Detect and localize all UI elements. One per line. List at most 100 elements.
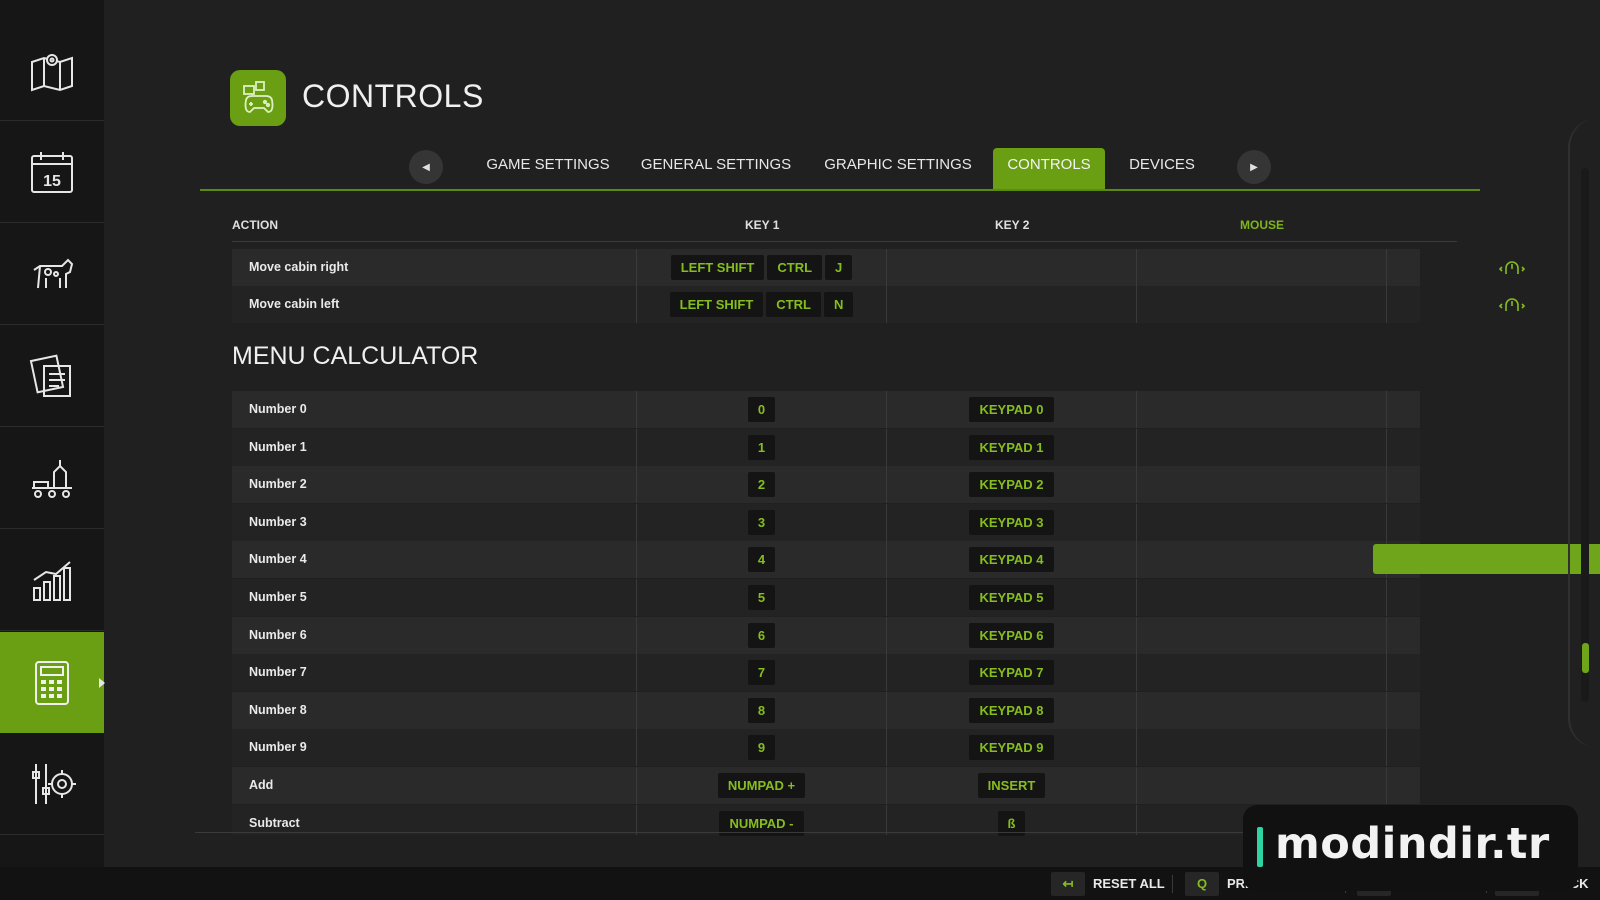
action-label: Number 4 — [249, 552, 307, 567]
sidebar-item-animals[interactable] — [0, 224, 104, 325]
active-indicator-caret — [99, 678, 105, 688]
key1-binding[interactable]: 1 — [747, 434, 776, 460]
reset-all-key[interactable]: ↤ — [1051, 872, 1085, 896]
header-divider — [232, 241, 1457, 242]
table-row[interactable]: Number 9 9 KEYPAD 9 — [232, 729, 1420, 767]
sidebar: 15 — [0, 0, 105, 900]
key1-binding[interactable]: LEFT SHIFT — [670, 255, 765, 280]
sidebar-item-calendar[interactable]: 15 — [0, 122, 104, 223]
tab-prev-button[interactable]: ◀ — [409, 150, 443, 184]
key2-binding[interactable]: KEYPAD 1 — [969, 434, 1054, 460]
tab-devices[interactable]: DEVICES — [1122, 148, 1202, 190]
mouse-wheel-icon — [1498, 297, 1525, 311]
key1-binding[interactable]: 6 — [747, 622, 776, 648]
sidebar-item-contracts[interactable] — [0, 326, 104, 427]
action-label: Number 2 — [249, 477, 307, 492]
table-row[interactable]: Number 5 5 KEYPAD 5 — [232, 579, 1420, 616]
sidebar-item-settings[interactable] — [0, 734, 104, 835]
scrollbar-thumb[interactable] — [1582, 643, 1589, 673]
key1-binding[interactable]: N — [823, 292, 854, 317]
table-row[interactable]: Move cabin right LEFT SHIFT CTRL J — [232, 249, 1525, 286]
contracts-icon — [29, 354, 71, 397]
tab-controls[interactable]: CONTROLS — [993, 148, 1105, 190]
mouse-binding-selected[interactable] — [1373, 544, 1600, 575]
watermark-accent-bar — [1257, 827, 1263, 867]
previous-menu-key[interactable]: Q — [1185, 872, 1219, 896]
watermark: modindir.tr — [1243, 805, 1578, 891]
key1-binding[interactable]: LEFT SHIFT — [669, 292, 764, 317]
table-row[interactable]: Number 3 3 KEYPAD 3 — [232, 503, 1420, 541]
key2-binding[interactable]: INSERT — [977, 773, 1046, 798]
sidebar-item-production[interactable] — [0, 428, 104, 529]
page-title: CONTROLS — [302, 78, 484, 114]
key1-binding[interactable]: NUMPAD + — [717, 773, 806, 798]
controls-header-icon — [230, 70, 286, 126]
key1-binding[interactable]: 0 — [747, 397, 776, 422]
key1-binding[interactable]: 9 — [747, 735, 776, 761]
table-row[interactable]: Number 6 6 KEYPAD 6 — [232, 616, 1420, 654]
tab-general-settings[interactable]: GENERAL SETTINGS — [640, 148, 792, 190]
key2-binding[interactable]: KEYPAD 9 — [969, 735, 1054, 761]
production-icon — [32, 460, 72, 498]
key1-binding[interactable]: 5 — [747, 585, 776, 610]
tab-graphic-settings[interactable]: GRAPHIC SETTINGS — [818, 148, 978, 190]
key2-binding[interactable]: KEYPAD 8 — [969, 697, 1054, 723]
key1-binding[interactable]: J — [825, 255, 853, 280]
table-row[interactable]: Subtract NUMPAD -ß — [232, 804, 1420, 836]
key1-binding[interactable]: 8 — [747, 697, 776, 723]
table-row[interactable]: Add NUMPAD + INSERT — [232, 767, 1420, 804]
table-row[interactable]: Number 0 0 KEYPAD 0 — [232, 391, 1420, 428]
key2-binding[interactable]: KEYPAD 4 — [969, 547, 1054, 573]
map-icon — [31, 54, 73, 92]
animals-icon — [33, 258, 74, 289]
action-label: Number 8 — [249, 702, 307, 717]
action-label: Move cabin right — [249, 260, 349, 274]
key1-binding[interactable]: CTRL — [766, 292, 821, 317]
table-row[interactable]: Number 1 1 KEYPAD 1 — [232, 428, 1420, 466]
statistics-icon — [33, 561, 71, 601]
arrow-left-icon: ◀ — [422, 161, 430, 173]
sidebar-item-statistics[interactable] — [0, 530, 104, 631]
action-label: Move cabin left — [249, 297, 340, 311]
tab-next-button[interactable]: ▶ — [1237, 150, 1271, 184]
settings-icon — [32, 764, 76, 804]
table-row[interactable]: Number 2 2 KEYPAD 2 — [232, 466, 1420, 504]
table-row[interactable]: Number 8 8 KEYPAD 8 — [232, 691, 1420, 729]
action-label: Number 5 — [249, 590, 307, 604]
calendar-day: 15 — [43, 173, 61, 190]
arrow-right-icon: ▶ — [1250, 161, 1258, 173]
key2-binding[interactable]: KEYPAD 2 — [969, 472, 1054, 498]
key2-binding[interactable]: KEYPAD 0 — [969, 397, 1054, 422]
action-label: Number 3 — [249, 514, 307, 529]
key2-binding[interactable]: KEYPAD 5 — [969, 585, 1054, 610]
key2-binding[interactable]: KEYPAD 7 — [969, 660, 1054, 686]
key1-binding[interactable]: 7 — [747, 660, 776, 686]
mouse-wheel-icon — [1498, 260, 1525, 274]
table-row[interactable]: Number 4 4 KEYPAD 4 — [232, 541, 1600, 579]
action-label: Number 0 — [249, 402, 307, 416]
key1-binding[interactable]: 2 — [747, 472, 776, 498]
watermark-text: modindir.tr — [1275, 819, 1550, 869]
key2-binding[interactable]: KEYPAD 3 — [969, 509, 1054, 535]
table-row[interactable]: Number 7 7 KEYPAD 7 — [232, 654, 1420, 692]
column-header-key1: KEY 1 — [745, 218, 780, 232]
key2-binding[interactable]: KEYPAD 6 — [969, 622, 1054, 648]
action-label: Number 9 — [249, 740, 307, 755]
tab-game-settings[interactable]: GAME SETTINGS — [478, 148, 618, 190]
calculator-icon — [35, 661, 69, 705]
key1-binding[interactable]: 3 — [747, 509, 776, 535]
action-label: Number 7 — [249, 665, 307, 680]
scrollbar-track[interactable] — [1581, 168, 1589, 702]
reset-all-button[interactable]: RESET ALL — [1093, 872, 1165, 896]
action-label: Number 1 — [249, 439, 307, 454]
gamepad-icon — [243, 81, 274, 113]
sidebar-item-calculator[interactable] — [0, 632, 105, 733]
key1-binding[interactable]: CTRL — [767, 255, 823, 280]
section-title: MENU CALCULATOR — [232, 342, 479, 370]
key1-binding[interactable]: 4 — [747, 547, 776, 573]
table-bottom-line — [195, 832, 1265, 833]
column-header-key2: KEY 2 — [995, 218, 1030, 232]
sidebar-item-map[interactable] — [0, 20, 104, 121]
column-header-mouse: MOUSE — [1240, 218, 1285, 232]
table-row[interactable]: Move cabin left LEFT SHIFT CTRL N — [232, 286, 1525, 323]
